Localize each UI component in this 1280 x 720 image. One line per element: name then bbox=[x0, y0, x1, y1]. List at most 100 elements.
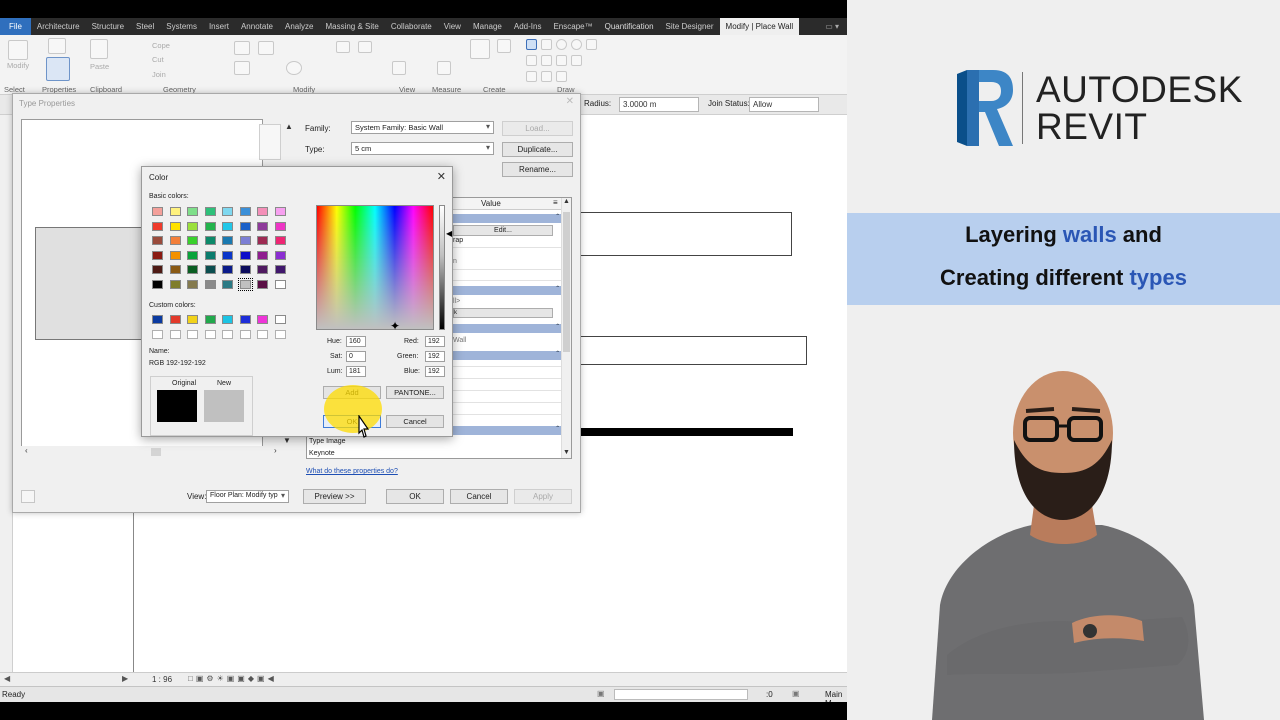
active-workset-select[interactable] bbox=[614, 689, 748, 700]
basic-color-swatch[interactable] bbox=[169, 207, 181, 216]
mirror-icon[interactable] bbox=[336, 41, 350, 53]
tab-collaborate[interactable]: Collaborate bbox=[385, 18, 438, 35]
wall-line-lower[interactable] bbox=[580, 428, 793, 436]
basic-color-swatch[interactable] bbox=[237, 277, 253, 291]
basic-color-swatch[interactable] bbox=[204, 250, 216, 260]
preview-scroll-down-icon[interactable]: ▼ bbox=[283, 436, 291, 445]
basic-color-swatch[interactable] bbox=[169, 279, 181, 289]
tab-architecture[interactable]: Architecture bbox=[31, 18, 86, 35]
workset-icon[interactable]: ▣ bbox=[597, 689, 605, 698]
scroll-left-icon[interactable]: ‹ bbox=[25, 446, 28, 455]
luminance-arrow-icon[interactable]: ◀ bbox=[446, 229, 452, 238]
load-button[interactable]: Load... bbox=[502, 121, 573, 136]
basic-color-swatch[interactable] bbox=[222, 265, 233, 274]
tab-view[interactable]: View bbox=[438, 18, 467, 35]
cope-label[interactable]: Cope bbox=[152, 41, 170, 50]
green-input[interactable]: 192 bbox=[425, 351, 445, 362]
tab-quantification[interactable]: Quantification bbox=[599, 18, 660, 35]
create-group-icon[interactable] bbox=[497, 39, 511, 53]
custom-color-swatch[interactable] bbox=[169, 315, 181, 324]
close-icon[interactable]: ✕ bbox=[566, 96, 574, 107]
tangent-arc-icon[interactable] bbox=[556, 55, 567, 66]
duplicate-button[interactable]: Duplicate... bbox=[502, 142, 573, 157]
basic-color-swatch[interactable] bbox=[152, 236, 163, 245]
hue-input[interactable]: 160 bbox=[346, 336, 366, 347]
custom-color-swatch[interactable] bbox=[239, 315, 251, 324]
custom-color-swatch[interactable] bbox=[222, 329, 233, 339]
blue-input[interactable]: 192 bbox=[425, 366, 445, 377]
custom-color-swatch[interactable] bbox=[239, 329, 251, 339]
cut-label[interactable]: Cut bbox=[152, 55, 164, 64]
basic-color-swatch[interactable] bbox=[152, 221, 163, 231]
basic-color-swatch[interactable] bbox=[204, 221, 216, 231]
scroll-up-icon[interactable]: ▲ bbox=[285, 122, 293, 131]
properties-icon[interactable] bbox=[46, 57, 70, 81]
create-similar-icon[interactable] bbox=[470, 39, 490, 59]
pick-faces-icon[interactable] bbox=[541, 55, 552, 66]
tab-modify-place-wall[interactable]: Modify | Place Wall bbox=[719, 18, 800, 35]
structure-edit-button[interactable]: Edit... bbox=[453, 225, 553, 236]
pick-lines-icon[interactable] bbox=[526, 55, 537, 66]
design-options-icon[interactable]: ▣ bbox=[792, 689, 800, 698]
fillet-arc-icon[interactable] bbox=[571, 55, 582, 66]
scroll-left-icon[interactable]: ◀ bbox=[4, 674, 10, 683]
basic-color-swatch[interactable] bbox=[187, 207, 198, 216]
basic-color-swatch[interactable] bbox=[239, 207, 251, 216]
basic-color-swatch[interactable] bbox=[169, 221, 181, 231]
custom-color-swatch[interactable] bbox=[257, 329, 268, 339]
basic-color-swatch[interactable] bbox=[222, 236, 233, 245]
tab-structure[interactable]: Structure bbox=[86, 18, 130, 35]
basic-color-swatch[interactable] bbox=[222, 279, 233, 289]
basic-color-swatch[interactable] bbox=[204, 279, 216, 289]
custom-color-swatch[interactable] bbox=[187, 329, 198, 339]
ok-button[interactable]: OK bbox=[386, 489, 444, 504]
apply-button[interactable]: Apply bbox=[514, 489, 572, 504]
move-icon[interactable] bbox=[234, 61, 250, 75]
scroll-right-icon[interactable]: › bbox=[274, 446, 277, 455]
tab-systems[interactable]: Systems bbox=[160, 18, 203, 35]
basic-color-swatch[interactable] bbox=[152, 207, 163, 216]
rename-button[interactable]: Rename... bbox=[502, 162, 573, 177]
scroll-thumb[interactable] bbox=[563, 212, 570, 352]
tab-site-designer[interactable]: Site Designer bbox=[660, 18, 720, 35]
cancel-button[interactable]: Cancel bbox=[450, 489, 508, 504]
lum-input[interactable]: 181 bbox=[346, 366, 366, 377]
grid-sort-icon[interactable]: ≡ bbox=[553, 198, 558, 207]
paste-icon[interactable] bbox=[90, 39, 108, 59]
basic-color-swatch[interactable] bbox=[204, 265, 216, 274]
draw-polygon-icon[interactable] bbox=[571, 39, 582, 50]
tab-insert[interactable]: Insert bbox=[203, 18, 235, 35]
join-status-select[interactable]: Allow bbox=[749, 97, 819, 112]
cancel-button[interactable]: Cancel bbox=[386, 415, 444, 428]
collapse-icon[interactable]: ˆ bbox=[556, 285, 559, 294]
group-band-identity[interactable]: ˆ bbox=[453, 425, 561, 435]
ribbon-minimize-icon[interactable]: ▭ ▾ bbox=[825, 22, 847, 31]
measure-icon[interactable] bbox=[437, 61, 451, 75]
tab-massing-site[interactable]: Massing & Site bbox=[319, 18, 384, 35]
align-icon[interactable] bbox=[234, 41, 250, 55]
scroll-up-icon[interactable]: ▲ bbox=[563, 198, 570, 205]
preview-button[interactable]: Preview >> bbox=[303, 489, 366, 504]
basic-color-swatch[interactable] bbox=[239, 265, 251, 274]
basic-color-swatch[interactable] bbox=[239, 221, 251, 231]
basic-color-swatch[interactable] bbox=[257, 207, 268, 216]
param-value-fill-color[interactable]: k bbox=[453, 308, 553, 318]
basic-color-swatch[interactable] bbox=[257, 265, 268, 274]
tab-manage[interactable]: Manage bbox=[467, 18, 508, 35]
draw-line-icon[interactable] bbox=[526, 39, 537, 50]
view-select[interactable]: Floor Plan: Modify typ bbox=[206, 490, 289, 503]
basic-color-swatch[interactable] bbox=[204, 207, 216, 216]
luminance-slider[interactable] bbox=[439, 205, 445, 330]
family-select[interactable]: System Family: Basic Wall bbox=[351, 121, 494, 134]
hue-saturation-spectrum[interactable] bbox=[316, 205, 434, 330]
draw-arc-icon[interactable] bbox=[586, 39, 597, 50]
rotate-icon[interactable] bbox=[286, 61, 302, 75]
basic-color-swatch[interactable] bbox=[222, 250, 233, 260]
basic-color-swatch[interactable] bbox=[239, 236, 251, 245]
scroll-right-icon[interactable]: ▶ bbox=[122, 674, 128, 683]
group-band-dimensions[interactable]: ˆ bbox=[453, 350, 561, 360]
custom-color-swatch[interactable] bbox=[222, 315, 233, 324]
group-band-construction[interactable]: ˆ bbox=[453, 213, 561, 223]
ellipse-icon[interactable] bbox=[556, 71, 567, 82]
basic-color-swatch[interactable] bbox=[257, 236, 268, 245]
